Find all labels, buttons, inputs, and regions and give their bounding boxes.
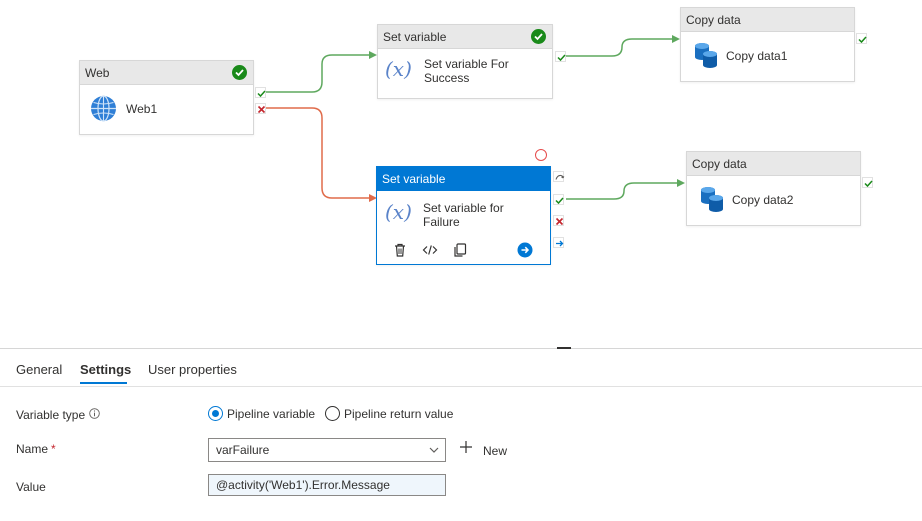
pipeline-return-value-radio-label[interactable]: Pipeline return value <box>344 407 453 421</box>
arrow-right-icon[interactable] <box>517 242 533 258</box>
copy-icon[interactable] <box>452 242 468 258</box>
trash-icon[interactable] <box>392 242 408 258</box>
database-icon <box>695 43 717 68</box>
info-icon[interactable] <box>89 408 100 419</box>
set-failure-success-port[interactable] <box>553 194 564 205</box>
variable-name-value: varFailure <box>216 443 270 457</box>
edge-failure-copy2 <box>566 182 679 200</box>
copy-data1-node[interactable]: Copy data Copy data1 <box>680 7 855 82</box>
web-node-name: Web1 <box>126 102 158 116</box>
edge-success-copy1-arrow <box>672 35 680 43</box>
edge-failure-copy2-arrow <box>677 179 685 187</box>
tab-general[interactable]: General <box>16 362 62 377</box>
variable-icon: (x) <box>385 200 412 224</box>
pipeline-canvas[interactable]: Web Web1 Set variable (x) Set variable F… <box>0 0 922 348</box>
properties-tabs: General Settings User properties <box>0 349 922 387</box>
web-success-port[interactable] <box>255 87 266 98</box>
copy-data2-type: Copy data <box>692 157 747 171</box>
set-failure-failure-port[interactable] <box>553 215 564 226</box>
chevron-down-icon <box>429 447 439 453</box>
edge-web-success-arrow <box>369 51 377 59</box>
database-icon <box>701 187 723 212</box>
web-node-type: Web <box>85 66 110 80</box>
active-tab-indicator <box>80 382 127 384</box>
value-label: Value <box>16 480 46 494</box>
set-variable-failure-node[interactable]: Set variable (x) Set variable for Failur… <box>376 166 551 265</box>
set-success-success-port[interactable] <box>555 51 566 62</box>
set-failure-completion-port[interactable] <box>553 237 564 248</box>
copy-data1-success-port[interactable] <box>856 33 867 44</box>
name-label-text: Name <box>16 442 49 456</box>
name-label: Name * <box>16 442 56 456</box>
new-variable-label: New <box>483 444 508 458</box>
variable-type-label: Variable type <box>16 408 86 422</box>
set-variable-failure-header: Set variable <box>377 167 550 191</box>
copy-data2-name: Copy data2 <box>732 193 794 207</box>
set-variable-success-name-line2: Success <box>424 71 470 85</box>
globe-icon <box>91 95 116 122</box>
copy-data2-header: Copy data <box>687 152 860 176</box>
pipeline-variable-radio-label[interactable]: Pipeline variable <box>227 407 315 421</box>
set-failure-skipped-port[interactable] <box>553 171 565 182</box>
variable-name-dropdown[interactable]: varFailure <box>208 438 446 462</box>
properties-panel: General Settings User properties <box>0 349 922 521</box>
web-node-header: Web <box>80 61 253 85</box>
copy-data2-success-port[interactable] <box>862 177 873 188</box>
copy-data1-name: Copy data1 <box>726 49 788 63</box>
pipeline-variable-radio[interactable] <box>208 406 223 421</box>
set-variable-success-header: Set variable <box>378 25 552 49</box>
value-expression-input[interactable]: @activity('Web1').Error.Message <box>208 474 446 496</box>
set-variable-failure-name-line2: Failure <box>423 215 460 229</box>
required-mark: * <box>51 442 56 456</box>
edge-web-failure <box>266 107 371 199</box>
set-variable-failure-type: Set variable <box>382 172 446 186</box>
tab-settings[interactable]: Settings <box>80 362 131 377</box>
web-activity-node[interactable]: Web Web1 <box>79 60 254 135</box>
copy-data1-type: Copy data <box>686 13 741 27</box>
failure-status-icon <box>535 149 547 161</box>
edge-web-success <box>266 54 372 93</box>
plus-icon <box>460 441 472 453</box>
success-status-icon <box>232 65 247 80</box>
set-variable-success-node[interactable]: Set variable (x) Set variable For Succes… <box>377 24 553 99</box>
node-action-bar <box>377 236 550 264</box>
copy-data1-header: Copy data <box>681 8 854 32</box>
variable-icon: (x) <box>385 57 412 81</box>
web-failure-port[interactable] <box>255 103 266 114</box>
pipeline-return-value-radio[interactable] <box>325 406 340 421</box>
set-variable-success-type: Set variable <box>383 30 447 44</box>
set-variable-failure-name-line1: Set variable for <box>423 201 504 215</box>
set-variable-success-name-line1: Set variable For <box>424 57 509 71</box>
code-icon[interactable] <box>422 242 438 258</box>
copy-data2-node[interactable]: Copy data Copy data2 <box>686 151 861 226</box>
success-status-icon <box>531 29 546 44</box>
edge-success-copy1 <box>566 38 674 57</box>
tab-user-properties[interactable]: User properties <box>148 362 237 377</box>
value-expression-text: @activity('Web1').Error.Message <box>216 478 390 492</box>
